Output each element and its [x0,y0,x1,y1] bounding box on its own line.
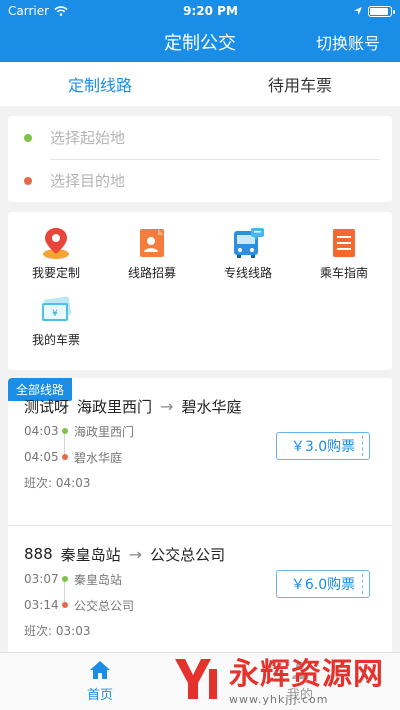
stop-time: 03:07 [24,572,59,586]
stop-name: 公交总公司 [74,598,135,613]
user-icon [292,662,308,679]
end-dot-icon [62,602,68,608]
carrier-label: Carrier [8,4,50,18]
guide-icon [327,226,361,260]
recruit-icon [135,226,169,260]
switch-account-button[interactable]: 切换账号 [316,30,380,54]
route-list: 全部线路 测试呀 海政里西门 → 碧水华庭 04:03 海政里西门 04:05 … [8,378,392,678]
tab-pending-tickets[interactable]: 待用车票 [200,62,400,106]
top-bar: Carrier 9:20 PM 定制公交 切换账号 [0,0,400,62]
route-from: 海政里西门 [77,397,153,416]
tabbar-mine[interactable]: 我的 [200,653,400,710]
stop-time: 04:05 [24,450,59,464]
svg-text:¥: ¥ [52,309,58,319]
tabbar-label: 首页 [86,688,113,703]
menu-item-recruit[interactable]: 线路招募 [104,226,200,281]
stop-time: 03:14 [24,598,59,612]
end-dot-icon [62,454,68,460]
route-to: 公交总公司 [150,545,226,564]
menu-item-guide[interactable]: 乘车指南 [296,226,392,281]
menu-label: 专线线路 [223,266,272,280]
shift-time: 04:03 [55,476,91,490]
tabbar-label: 我的 [286,688,313,703]
route-name: 测试呀 [24,397,70,416]
end-dot-icon [24,177,32,185]
battery-icon [368,5,395,17]
bus-icon [231,226,265,260]
home-icon [90,661,110,679]
end-location-input[interactable] [50,172,380,190]
start-location-input[interactable] [50,128,380,147]
buy-ticket-button[interactable]: ￥3.0购票 [276,432,370,460]
stop-name: 碧水华庭 [74,450,123,465]
start-dot-icon [62,576,68,582]
route-to: 碧水华庭 [181,397,242,416]
status-bar: Carrier 9:20 PM [0,0,400,22]
menu-item-my-tickets[interactable]: ¥ 我的车票 [8,293,104,348]
shift-time: 03:03 [55,624,91,638]
menu-label: 我的车票 [31,333,80,347]
buy-ticket-button[interactable]: ￥6.0购票 [276,570,370,598]
tabbar-home[interactable]: 首页 [0,653,200,710]
ticket-icon: ¥ [39,293,73,327]
route-card[interactable]: 测试呀 海政里西门 → 碧水华庭 04:03 海政里西门 04:05 碧水华庭 … [8,378,392,526]
tab-custom-routes[interactable]: 定制线路 [0,62,200,106]
location-arrow-icon [354,7,362,15]
location-pin-icon [39,226,73,260]
segment-tabs: 定制线路 待用车票 [0,62,400,106]
bottom-tab-bar: 首页 我的 [0,652,400,710]
route-name: 888 [24,545,53,563]
menu-item-special-line[interactable]: 专线线路 [200,226,296,281]
menu-item-custom[interactable]: 我要定制 [8,226,104,281]
menu-label: 乘车指南 [319,266,368,280]
wifi-icon [54,6,68,16]
arrow-right-icon: → [128,544,143,564]
menu-label: 我要定制 [31,266,80,280]
arrow-right-icon: → [160,396,174,416]
status-time: 9:20 PM [183,4,238,18]
start-dot-icon [62,428,68,434]
start-dot-icon [24,133,32,142]
route-from: 秦皇岛站 [60,545,121,564]
stop-name: 海政里西门 [74,424,135,439]
page-title: 定制公交 [164,33,236,54]
address-card [8,116,392,202]
shift-label: 班次: [24,624,53,638]
stop-time: 04:03 [24,424,59,438]
shift-label: 班次: [24,476,53,490]
stop-name: 秦皇岛站 [74,572,123,587]
function-menu: 我要定制 线路招募 专线线路 乘车指南 ¥ 我的车票 [8,212,392,370]
menu-label: 线路招募 [127,266,176,280]
